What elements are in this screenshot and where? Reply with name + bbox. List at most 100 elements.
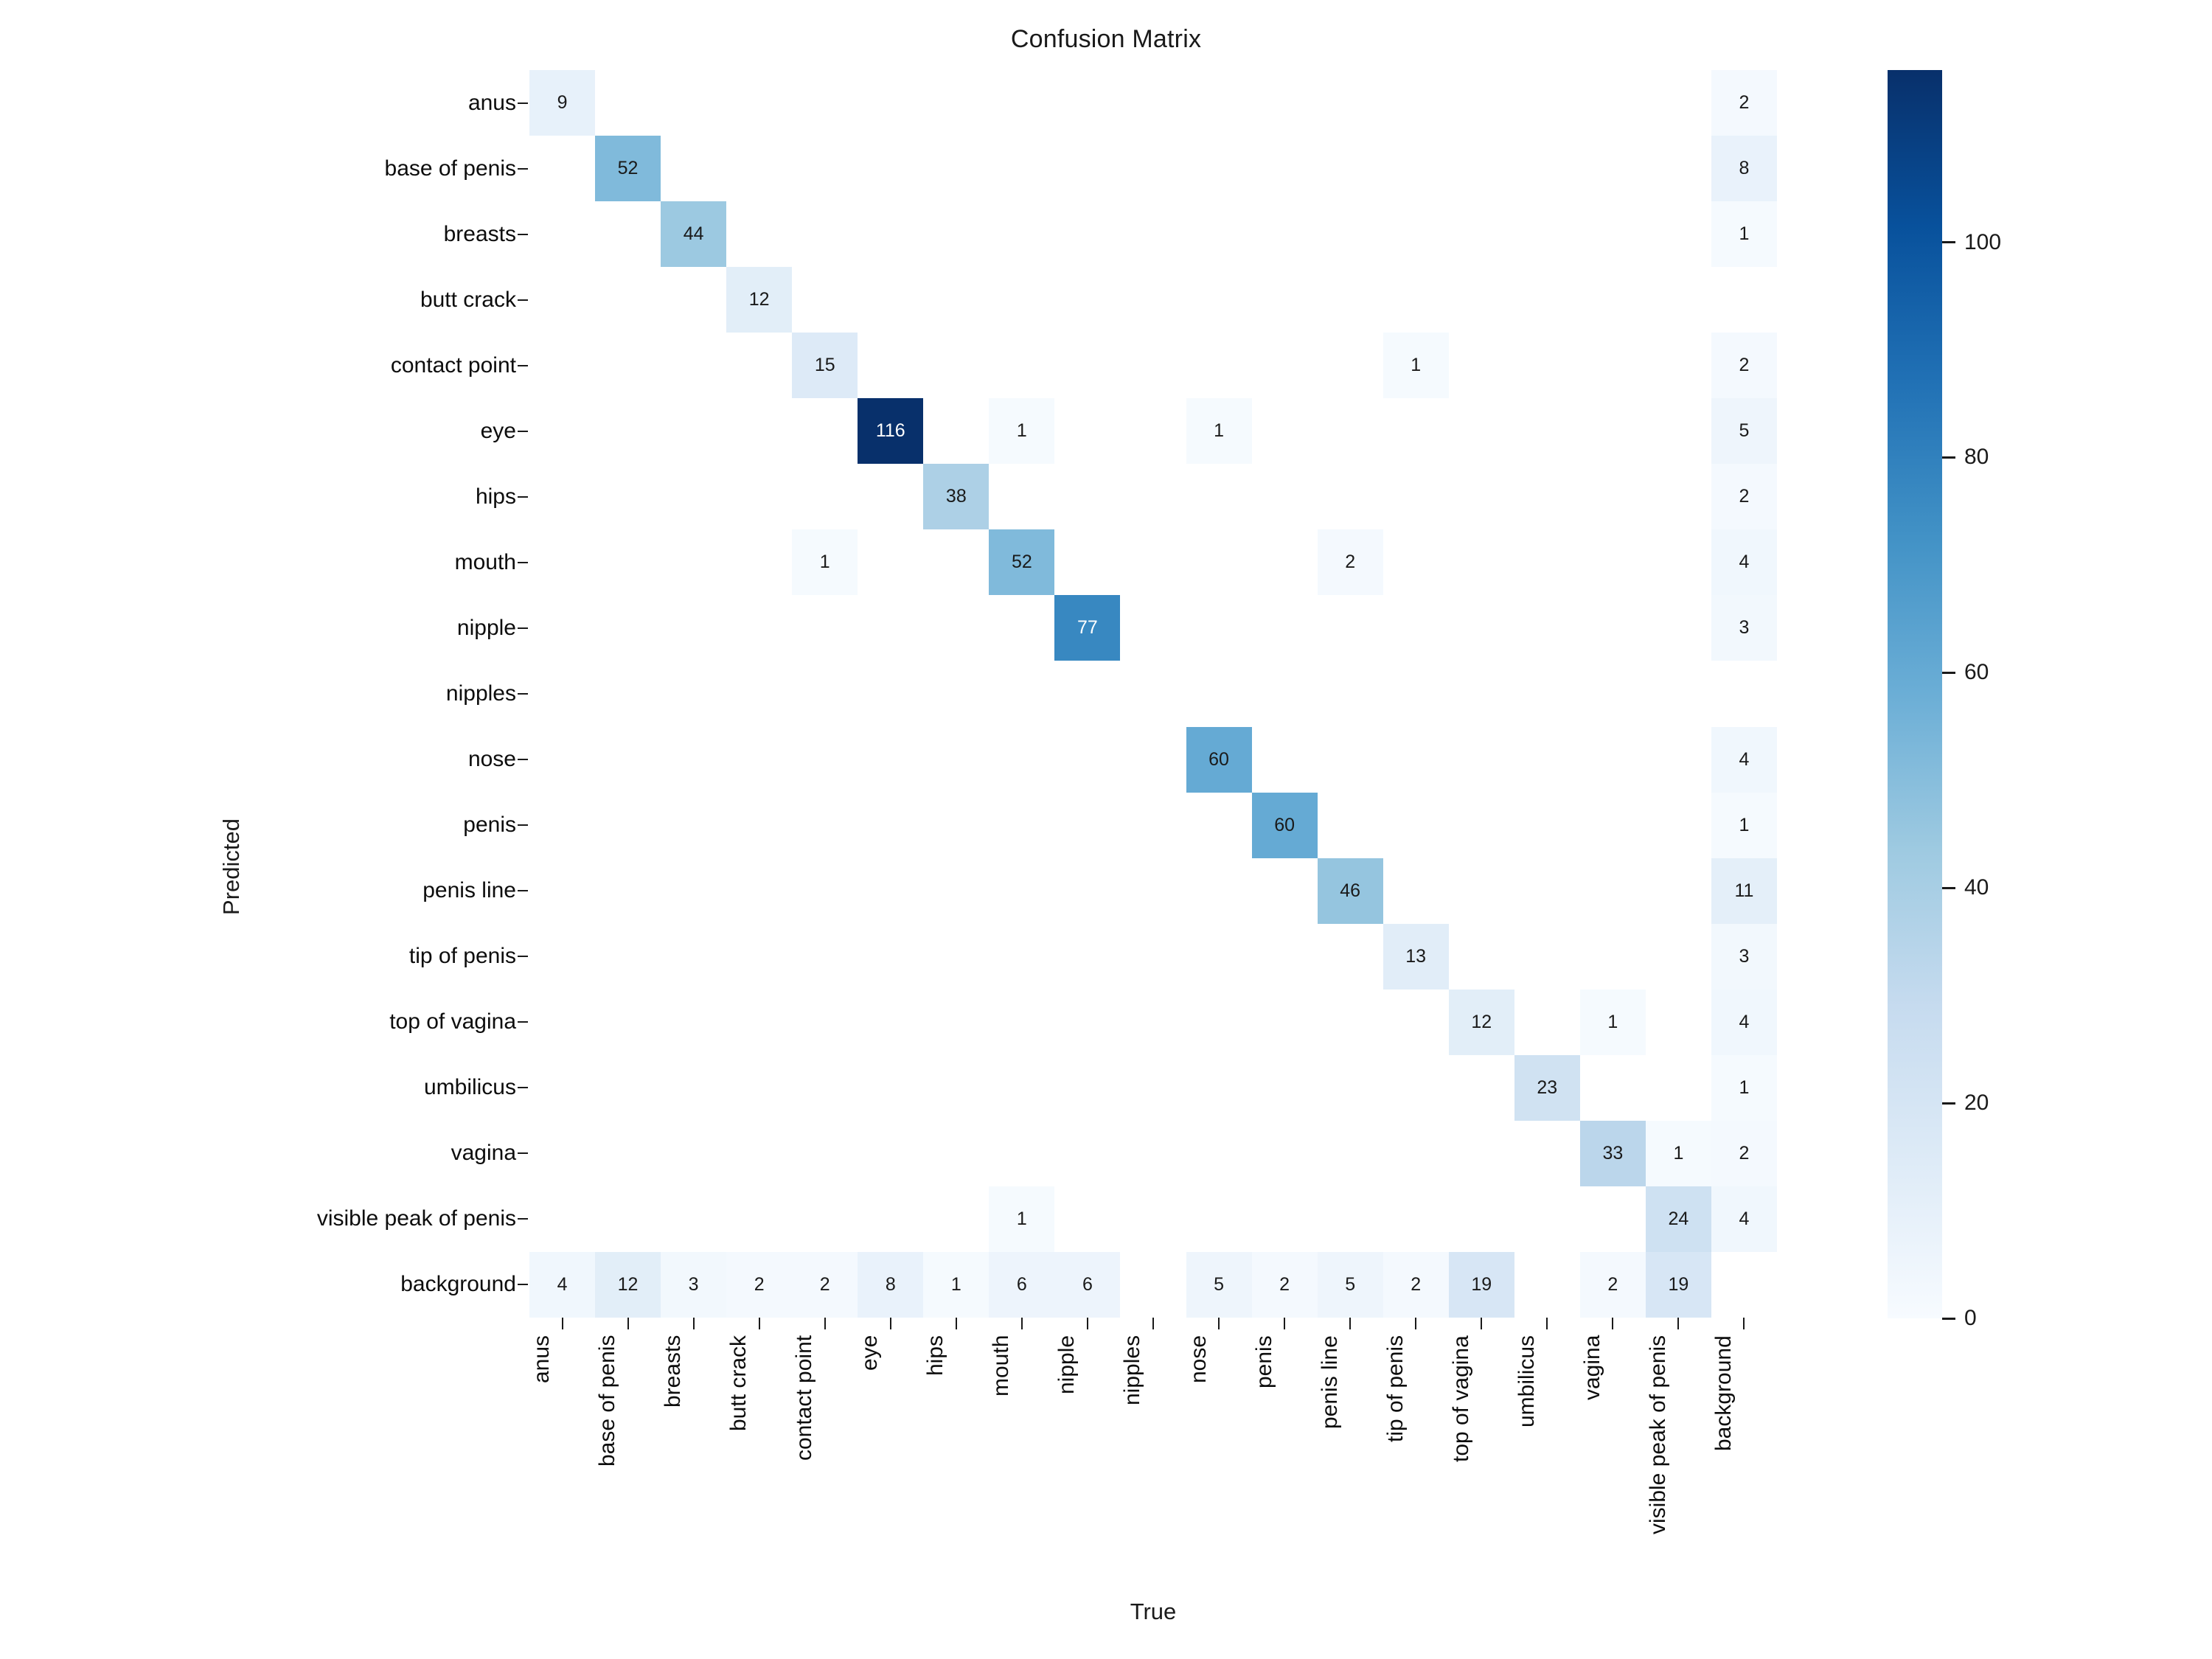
heatmap-cell	[1448, 792, 1514, 858]
heatmap-cell	[1120, 1251, 1186, 1318]
heatmap-cell	[1317, 923, 1383, 990]
heatmap-cell-value: 6	[1082, 1273, 1093, 1295]
x-axis-tick-label: vagina	[1579, 1335, 1604, 1401]
y-axis-tick-mark	[518, 824, 528, 827]
heatmap-cell	[1251, 858, 1318, 924]
heatmap-cell	[1317, 398, 1383, 465]
heatmap-cell	[923, 201, 990, 268]
heatmap-cell	[1645, 333, 1711, 399]
heatmap-cell-value: 19	[1471, 1273, 1492, 1295]
heatmap-cell	[661, 70, 727, 136]
heatmap-cell	[726, 333, 793, 399]
heatmap-cell	[1645, 464, 1711, 530]
heatmap-cell-value: 5	[1345, 1273, 1356, 1295]
heatmap-cell	[1645, 661, 1711, 727]
x-axis-tick-label: eye	[858, 1335, 883, 1371]
heatmap-cell	[1120, 923, 1186, 990]
heatmap-cell-value: 23	[1537, 1077, 1558, 1098]
heatmap-cell	[1448, 70, 1514, 136]
heatmap-cell	[1514, 661, 1580, 727]
heatmap-cell	[1186, 989, 1252, 1055]
heatmap-cell	[529, 464, 596, 530]
heatmap-cell	[1054, 529, 1121, 596]
heatmap-cell	[858, 858, 924, 924]
y-axis-tick-label: top of vagina	[389, 1009, 516, 1034]
heatmap-cell	[1579, 201, 1646, 268]
y-axis-tick-mark	[518, 299, 528, 301]
heatmap-cell	[1579, 267, 1646, 333]
heatmap-cell-value: 8	[1739, 158, 1750, 179]
heatmap-cell	[923, 923, 990, 990]
heatmap-cell	[1645, 70, 1711, 136]
y-axis-tick-mark	[518, 364, 528, 366]
heatmap-cell	[595, 726, 661, 793]
y-axis-tick-mark	[518, 1152, 528, 1155]
heatmap-cell	[989, 989, 1055, 1055]
x-axis-tick-mark	[561, 1318, 563, 1329]
heatmap-cell-value: 1	[1739, 223, 1750, 245]
heatmap-cell: 8	[858, 1251, 924, 1318]
heatmap-cell	[1120, 858, 1186, 924]
heatmap-cell: 1	[1711, 1054, 1777, 1121]
heatmap-cell	[1382, 858, 1449, 924]
colorbar-tick-mark	[1942, 241, 1955, 244]
heatmap-cell	[1120, 267, 1186, 333]
heatmap-cell	[1186, 923, 1252, 990]
heatmap-cell	[1120, 1186, 1186, 1252]
heatmap-cell	[858, 595, 924, 661]
heatmap-cell	[1120, 1120, 1186, 1186]
x-axis-tick-label: butt crack	[726, 1335, 751, 1432]
x-axis-tick-label: umbilicus	[1514, 1335, 1539, 1428]
heatmap-cell	[595, 267, 661, 333]
colorbar-tick-mark	[1942, 456, 1955, 459]
heatmap-cell	[1186, 1054, 1252, 1121]
heatmap-cell	[1120, 529, 1186, 596]
heatmap-cell	[1382, 726, 1449, 793]
heatmap-cell	[1317, 661, 1383, 727]
heatmap-cell	[529, 333, 596, 399]
heatmap-cell	[726, 136, 793, 202]
heatmap-cell	[595, 923, 661, 990]
heatmap-cell	[989, 464, 1055, 530]
colorbar-tick-label: 40	[1964, 875, 1989, 900]
heatmap-cell	[1645, 726, 1711, 793]
heatmap-cell	[1448, 661, 1514, 727]
heatmap-cell	[1251, 989, 1318, 1055]
heatmap-cell	[661, 726, 727, 793]
heatmap-cell	[1514, 267, 1580, 333]
heatmap-cell: 2	[1711, 1120, 1777, 1186]
heatmap-cell	[1645, 398, 1711, 465]
heatmap-cell	[1448, 464, 1514, 530]
colorbar-tick-label: 100	[1964, 229, 2002, 254]
heatmap-cell: 38	[923, 464, 990, 530]
x-axis-tick-mark	[1546, 1318, 1548, 1329]
x-axis-tick-mark	[627, 1318, 629, 1329]
heatmap-cell	[1514, 398, 1580, 465]
heatmap-cell	[1251, 661, 1318, 727]
heatmap-cell-value: 77	[1077, 617, 1098, 639]
heatmap-cell	[989, 201, 1055, 268]
x-axis-tick-label: base of penis	[595, 1335, 620, 1467]
y-axis-title: Predicted	[218, 818, 244, 915]
heatmap-cell	[529, 923, 596, 990]
y-axis-tick-mark	[518, 759, 528, 761]
heatmap-cell: 8	[1711, 136, 1777, 202]
heatmap-cell-value: 33	[1602, 1142, 1624, 1164]
heatmap-cell	[1382, 398, 1449, 465]
heatmap-cell	[1645, 201, 1711, 268]
heatmap-cell	[1251, 333, 1318, 399]
heatmap-cell	[792, 1120, 858, 1186]
heatmap-cell	[1120, 70, 1186, 136]
y-axis-tick-mark	[518, 627, 528, 629]
heatmap-cell-value: 2	[1411, 1273, 1422, 1295]
heatmap-cell	[726, 1054, 793, 1121]
heatmap-cell	[1514, 136, 1580, 202]
heatmap-cell	[1120, 201, 1186, 268]
heatmap-cell	[595, 398, 661, 465]
x-axis-tick-label: contact point	[792, 1335, 817, 1461]
heatmap-cell	[529, 201, 596, 268]
heatmap-cell	[595, 201, 661, 268]
heatmap-cell	[1054, 923, 1121, 990]
heatmap-cell	[1382, 529, 1449, 596]
heatmap-cell	[529, 595, 596, 661]
